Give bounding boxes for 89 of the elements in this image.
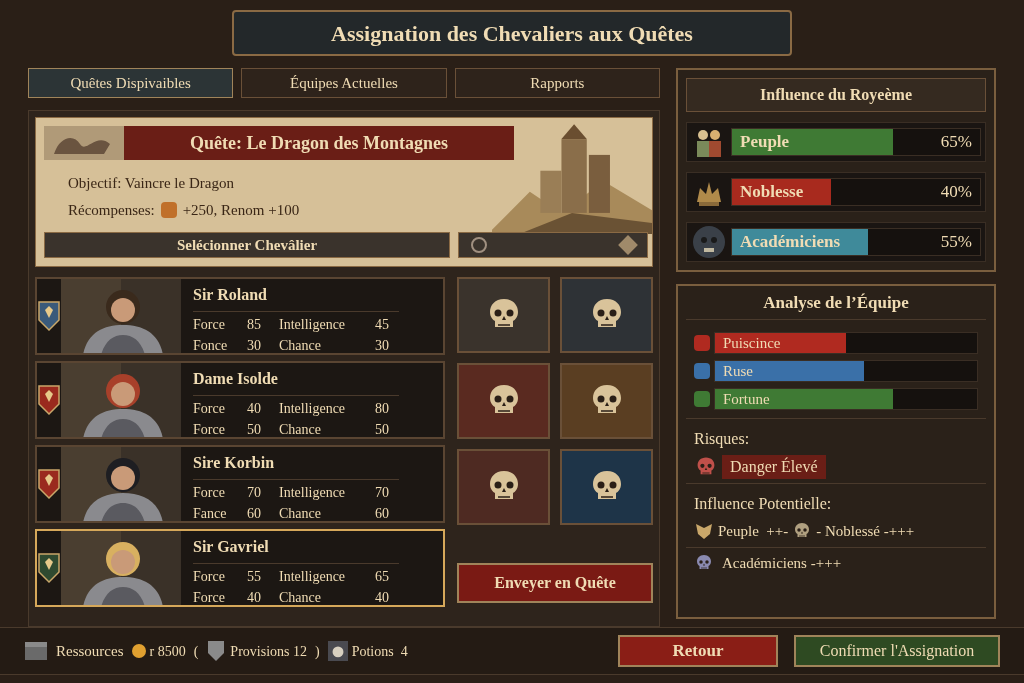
faction-percent: 40% bbox=[940, 181, 972, 204]
knight-name: Dame Isolde bbox=[193, 369, 279, 389]
stat-value: 30 bbox=[375, 337, 390, 355]
equipment-slot[interactable] bbox=[457, 449, 550, 525]
confirm-button[interactable]: Confirmer l'Assignation bbox=[794, 635, 1000, 667]
stat-value: 60 bbox=[247, 505, 262, 523]
stat-value: 70 bbox=[375, 484, 390, 502]
knight-card[interactable]: Dame Isolde Force 40 Intelligence 80 Force 50 Chance 50 bbox=[35, 361, 445, 439]
potential-text: - Noblessé -+++ bbox=[816, 522, 915, 541]
faction-percent: 65% bbox=[940, 131, 972, 154]
stat-value: 60 bbox=[375, 505, 390, 523]
risks-label: Risques: bbox=[693, 429, 751, 450]
stat-value: 40 bbox=[247, 400, 262, 418]
quest-objective: Objectif: Vaincre le Dragon bbox=[67, 174, 235, 193]
window-title: Assignation des Chevaliers aux Quêtes bbox=[232, 10, 792, 56]
rewards-label: Récompenses: bbox=[68, 200, 155, 220]
knight-name: Sir Roland bbox=[193, 285, 268, 305]
stat-value: 80 bbox=[375, 400, 390, 418]
risk-badge: Danger Élevé bbox=[722, 455, 826, 479]
attribute-name: Fortune bbox=[723, 389, 770, 409]
faction-name: Académiciens bbox=[740, 231, 841, 254]
stat-label: Force bbox=[193, 421, 226, 439]
stat-label: Force bbox=[193, 400, 226, 418]
stat-value: 50 bbox=[375, 421, 390, 439]
stat-value: 85 bbox=[247, 316, 262, 334]
equipment-slot[interactable] bbox=[560, 363, 653, 439]
stat-value: 55 bbox=[247, 568, 262, 586]
rewards-value: +250, Renom +100 bbox=[182, 200, 300, 220]
stat-label: Intelligence bbox=[279, 484, 347, 502]
shield-icon bbox=[694, 521, 714, 542]
shield-icon bbox=[206, 639, 227, 663]
stat-label: Force bbox=[193, 484, 226, 502]
chest-icon bbox=[24, 641, 48, 661]
stat-label: Chance bbox=[279, 505, 322, 523]
potential-text: Peuple ++- bbox=[718, 522, 789, 541]
stat-label: Fance bbox=[193, 505, 228, 523]
stat-value: 40 bbox=[247, 589, 262, 607]
stat-label: Fonce bbox=[193, 337, 229, 355]
stat-label: Force bbox=[193, 589, 226, 607]
select-knight-button[interactable]: Selécionner Chevâlier bbox=[44, 232, 450, 258]
stat-value: 30 bbox=[247, 337, 262, 355]
knight-name: Sire Korbin bbox=[193, 453, 276, 473]
potential-text: Académiciens -+++ bbox=[722, 553, 842, 573]
stat-label: Intelligence bbox=[279, 568, 347, 586]
stat-label: Intelligence bbox=[279, 400, 347, 418]
attribute-name: Puiscince bbox=[723, 333, 781, 353]
resource-text: ( bbox=[193, 642, 199, 661]
panel-title: Analyse de l’Équipe bbox=[686, 286, 986, 320]
resource-text: ) bbox=[314, 642, 320, 661]
faction-percent: 55% bbox=[940, 231, 972, 254]
stat-value: 50 bbox=[247, 421, 262, 439]
send-quest-button[interactable]: Enveyer en Quête bbox=[457, 563, 653, 603]
coin-icon bbox=[160, 201, 177, 218]
potential-label: Influence Potentielle: bbox=[693, 494, 833, 514]
equipment-slot[interactable] bbox=[457, 363, 550, 439]
stat-label: Intelligence bbox=[279, 316, 347, 334]
stat-label: Chance bbox=[279, 589, 322, 607]
faction-name: Noblesse bbox=[740, 181, 804, 204]
panel-title: Influence du Royeème bbox=[686, 78, 986, 112]
tab[interactable]: Quêtes Dispivaibles bbox=[28, 68, 234, 98]
slot-button[interactable] bbox=[458, 232, 648, 258]
knight-card[interactable]: Sir Gavriel Force 55 Intelligence 65 Force 40 Chance 40 bbox=[35, 529, 445, 607]
resource-text: r 8500 bbox=[149, 642, 186, 661]
tab[interactable]: Rapports bbox=[454, 68, 660, 98]
attribute-name: Ruse bbox=[723, 361, 753, 381]
knight-card[interactable]: Sir Roland Force 85 Intelligence 45 Fonce 30 Chance 30 bbox=[35, 277, 445, 355]
stat-label: Chance bbox=[279, 421, 322, 439]
stat-value: 65 bbox=[375, 568, 390, 586]
quest-banner: Quête: Le Dragon des Montagnes bbox=[124, 126, 514, 160]
knight-card[interactable]: Sire Korbin Force 70 Intelligence 70 Fance 60 Chance 60 bbox=[35, 445, 445, 523]
resources-label: Ressources bbox=[56, 641, 124, 661]
stat-label: Force bbox=[193, 316, 226, 334]
coin-icon bbox=[131, 644, 146, 658]
stat-label: Chance bbox=[279, 337, 322, 355]
stat-label: Force bbox=[193, 568, 226, 586]
ring-icon bbox=[471, 237, 487, 253]
stat-value: 70 bbox=[247, 484, 262, 502]
tab[interactable]: Équipes Actuelles bbox=[241, 68, 447, 98]
equipment-slot[interactable] bbox=[560, 277, 653, 353]
back-button[interactable]: Retour bbox=[618, 635, 778, 667]
potion-icon bbox=[327, 641, 348, 661]
resource-text: Provisions 12 bbox=[230, 642, 307, 661]
knight-name: Sir Gavriel bbox=[193, 537, 270, 557]
equipment-slot[interactable] bbox=[560, 449, 653, 525]
stat-value: 45 bbox=[375, 316, 390, 334]
equipment-slot[interactable] bbox=[457, 277, 550, 353]
resource-text: Potions 4 bbox=[351, 642, 408, 661]
stat-value: 40 bbox=[375, 589, 390, 607]
faction-name: Peuple bbox=[740, 131, 790, 154]
